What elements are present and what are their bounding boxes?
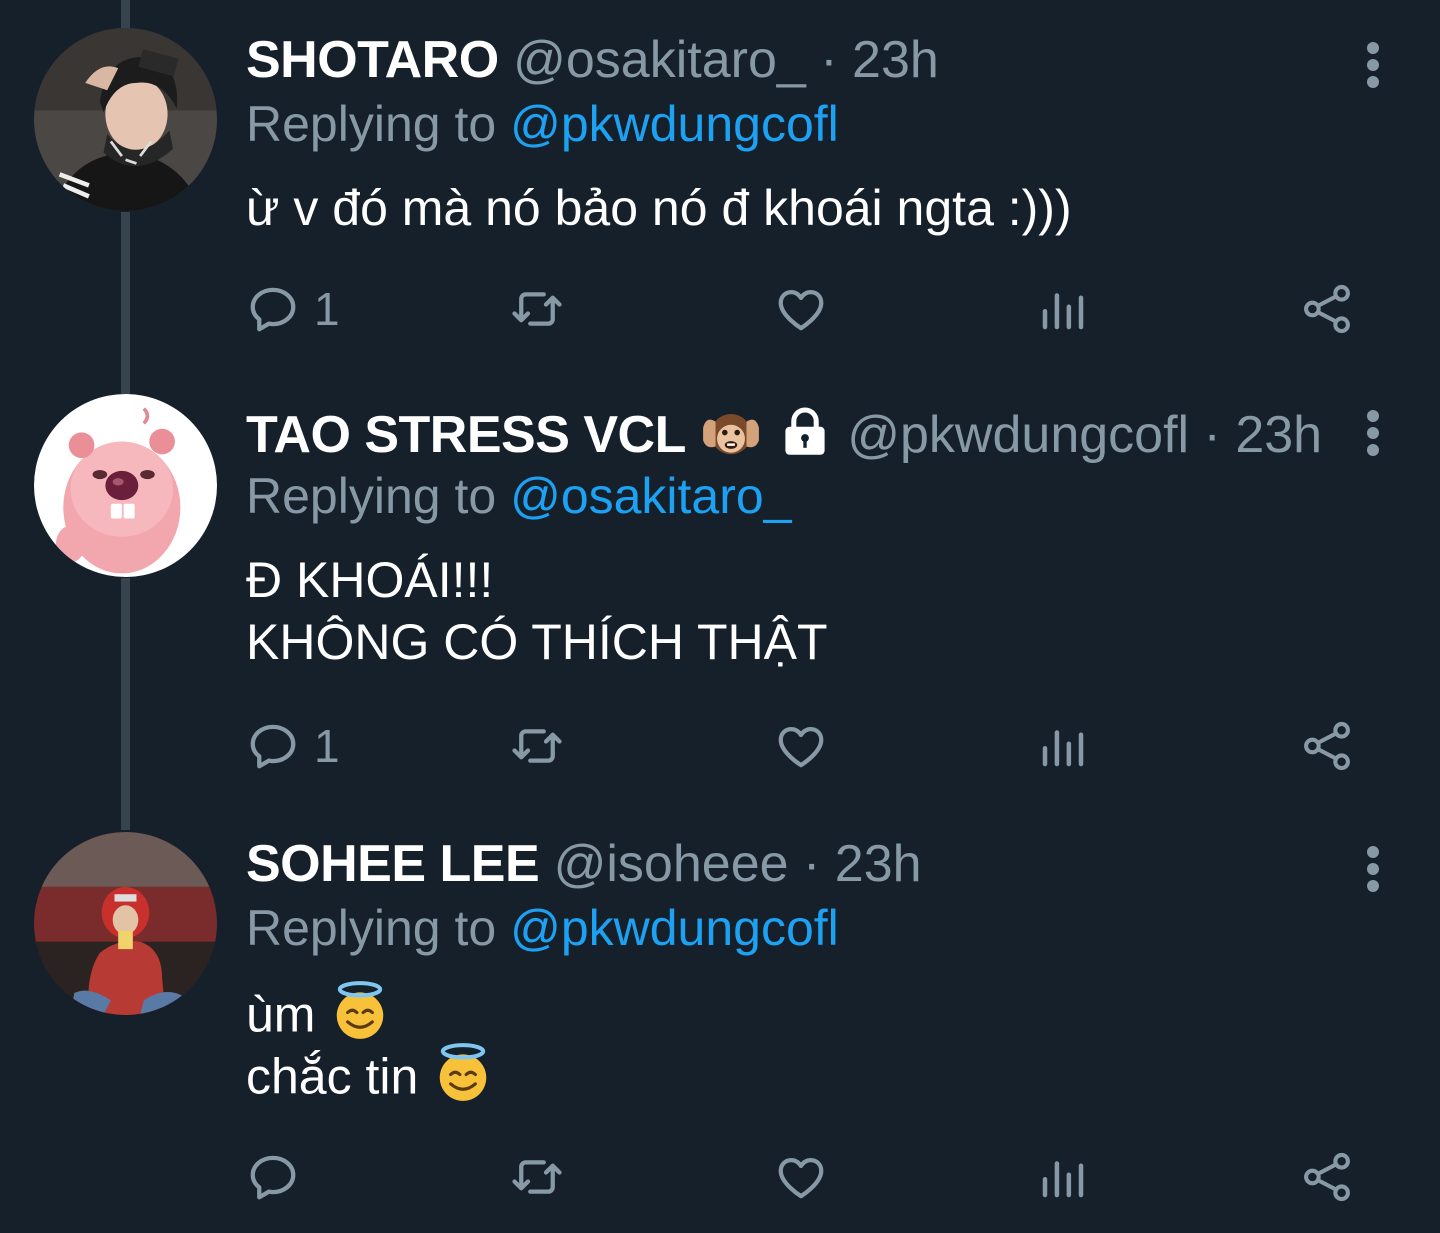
tweet-actions: 1	[0, 716, 1440, 776]
more-options-icon[interactable]	[1366, 846, 1380, 892]
user-handle[interactable]: @osakitaro_	[513, 31, 806, 89]
replying-to-label: Replying to	[246, 96, 497, 152]
tweet[interactable]: SOHEE LEE @isoheee · 23h Replying to @pk…	[0, 832, 1440, 1232]
share-icon	[1304, 1152, 1350, 1202]
tweet[interactable]: TAO STRESS VCL @pkwdungcofl · 23h Replyi…	[0, 394, 1440, 800]
replying-to: Replying to @pkwdungcofl	[246, 92, 839, 156]
retweet-icon	[512, 729, 562, 763]
tweet-text-segment: chắc tin	[246, 1048, 419, 1105]
timestamp[interactable]: 23h	[852, 31, 939, 89]
more-options-icon[interactable]	[1366, 410, 1380, 456]
reply-button[interactable]	[246, 1147, 314, 1207]
analytics-button[interactable]	[1036, 279, 1090, 339]
mention-link[interactable]: @osakitaro_	[510, 468, 791, 524]
retweet-button[interactable]	[510, 1147, 564, 1207]
separator-dot: ·	[820, 31, 838, 89]
tweet-text-line: Đ KHOÁI!!!	[246, 552, 494, 608]
retweet-button[interactable]	[510, 716, 564, 776]
reply-button[interactable]: 1	[246, 279, 340, 339]
like-icon	[778, 1157, 824, 1199]
tweet[interactable]: SHOTARO @osakitaro_ · 23h Replying to @p…	[0, 28, 1440, 358]
like-button[interactable]	[774, 1147, 828, 1207]
display-name[interactable]: TAO STRESS VCL	[246, 406, 686, 464]
tweet-header: SOHEE LEE @isoheee · 23h	[246, 832, 922, 896]
avatar-photo	[34, 28, 217, 211]
tweet-text-line: chắc tin	[246, 1042, 494, 1119]
retweet-button[interactable]	[510, 279, 564, 339]
avatar[interactable]	[34, 832, 217, 1015]
reply-icon	[250, 724, 296, 769]
like-button[interactable]	[774, 279, 828, 339]
analytics-button[interactable]	[1036, 1147, 1090, 1207]
reply-count: 1	[314, 283, 340, 335]
avatar[interactable]	[34, 28, 217, 211]
avatar[interactable]	[34, 394, 217, 577]
retweet-icon	[512, 1160, 562, 1194]
pink-beaver-avatar	[34, 394, 217, 577]
user-handle[interactable]: @pkwdungcofl	[847, 406, 1189, 464]
share-button[interactable]	[1300, 1147, 1354, 1207]
tweet-header: TAO STRESS VCL @pkwdungcofl · 23h	[246, 400, 1322, 464]
reply-icon	[250, 287, 296, 332]
smiling-face-with-halo-icon	[432, 1042, 494, 1119]
timestamp[interactable]: 23h	[835, 835, 922, 893]
replying-to-label: Replying to	[246, 900, 497, 956]
analytics-icon	[1042, 730, 1084, 767]
share-icon	[1304, 721, 1350, 771]
replying-to-label: Replying to	[246, 468, 497, 524]
thread-line-top	[121, 0, 130, 28]
mention-link[interactable]: @pkwdungcofl	[510, 900, 839, 956]
share-icon	[1304, 284, 1350, 334]
tweet-header: SHOTARO @osakitaro_ · 23h	[246, 28, 939, 92]
display-name[interactable]: SHOTARO	[246, 31, 499, 89]
like-button[interactable]	[774, 716, 828, 776]
display-name[interactable]: SOHEE LEE	[246, 835, 540, 893]
replying-to: Replying to @osakitaro_	[246, 464, 792, 528]
more-options-icon[interactable]	[1366, 42, 1380, 88]
tweet-text: ừ v đó mà nó bảo nó đ khoái ngta :)))	[246, 180, 1072, 236]
share-button[interactable]	[1300, 279, 1354, 339]
reply-icon	[250, 1155, 296, 1200]
reply-button[interactable]: 1	[246, 716, 340, 776]
like-icon	[778, 726, 824, 768]
tweet-actions	[0, 1147, 1440, 1207]
share-button[interactable]	[1300, 716, 1354, 776]
tweet-text-line: KHÔNG CÓ THÍCH THẬT	[246, 614, 828, 670]
tweet-text-segment: ùm	[246, 986, 316, 1043]
tweet-actions: 1	[0, 279, 1440, 339]
avatar-photo	[34, 832, 217, 1015]
analytics-icon	[1042, 293, 1084, 330]
replying-to: Replying to @pkwdungcofl	[246, 896, 839, 960]
timestamp[interactable]: 23h	[1235, 406, 1322, 464]
separator-dot: ·	[1203, 406, 1221, 465]
analytics-button[interactable]	[1036, 716, 1090, 776]
mention-link[interactable]: @pkwdungcofl	[510, 96, 839, 152]
like-icon	[778, 289, 824, 331]
separator-dot: ·	[803, 835, 821, 893]
user-handle[interactable]: @isoheee	[554, 835, 789, 893]
reply-count: 1	[314, 720, 340, 772]
analytics-icon	[1042, 1161, 1084, 1198]
retweet-icon	[512, 292, 562, 326]
